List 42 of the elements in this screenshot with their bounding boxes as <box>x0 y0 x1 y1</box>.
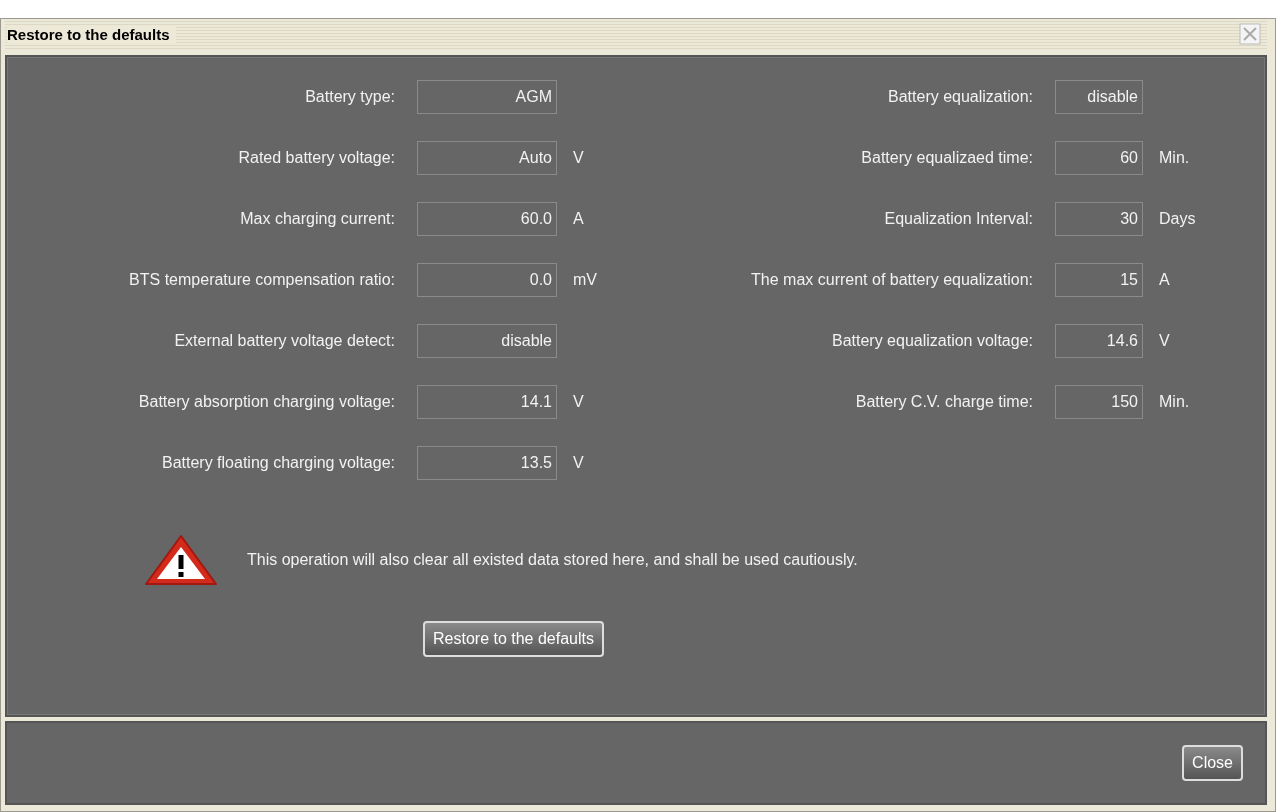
value-field[interactable]: 0.0 <box>417 263 557 297</box>
setting-label: Battery equalization voltage: <box>832 332 1033 350</box>
setting-label: Battery equalizaed time: <box>861 149 1033 167</box>
warning-icon <box>143 533 219 587</box>
value-field[interactable]: 30 <box>1055 202 1143 236</box>
setting-label: Battery equalization: <box>888 88 1033 106</box>
setting-label: External battery voltage detect: <box>174 332 395 350</box>
value-field[interactable]: Auto <box>417 141 557 175</box>
unit-label: A <box>1159 271 1170 289</box>
value-field[interactable]: 14.1 <box>417 385 557 419</box>
close-button[interactable]: Close <box>1182 745 1243 781</box>
unit-label: Min. <box>1159 149 1190 167</box>
setting-label: Battery absorption charging voltage: <box>138 393 395 411</box>
setting-label: Battery floating charging voltage: <box>161 454 395 472</box>
warning-text: This operation will also clear all existed data stored here, and shall be used cautiously. <box>247 551 858 569</box>
value-field[interactable]: 15 <box>1055 263 1143 297</box>
unit-label: Min. <box>1159 393 1190 411</box>
unit-label: V <box>1159 332 1170 350</box>
window-title: Restore to the defaults <box>7 25 176 43</box>
value-field[interactable]: AGM <box>417 80 557 114</box>
value-field[interactable]: 150 <box>1055 385 1143 419</box>
setting-label: BTS temperature compensation ratio: <box>129 271 395 289</box>
unit-label: V <box>573 149 584 167</box>
value-field[interactable]: 60.0 <box>417 202 557 236</box>
restore-defaults-button[interactable]: Restore to the defaults <box>423 621 604 657</box>
setting-label: Rated battery voltage: <box>238 149 395 167</box>
setting-label: Battery type: <box>305 88 395 106</box>
value-field[interactable]: 14.6 <box>1055 324 1143 358</box>
setting-label: Max charging current: <box>240 210 395 228</box>
value-field[interactable]: 60 <box>1055 141 1143 175</box>
unit-label: A <box>573 210 584 228</box>
unit-label: mV <box>573 271 597 289</box>
setting-label: The max current of battery equalization: <box>751 271 1033 289</box>
value-field[interactable]: disable <box>1055 80 1143 114</box>
value-field[interactable]: disable <box>417 324 557 358</box>
unit-label: V <box>573 454 584 472</box>
setting-label: Equalization Interval: <box>884 210 1033 228</box>
close-icon[interactable] <box>1239 23 1261 45</box>
unit-label: V <box>573 393 584 411</box>
value-field[interactable]: 13.5 <box>417 446 557 480</box>
setting-label: Battery C.V. charge time: <box>855 393 1033 411</box>
unit-label: Days <box>1159 210 1196 228</box>
